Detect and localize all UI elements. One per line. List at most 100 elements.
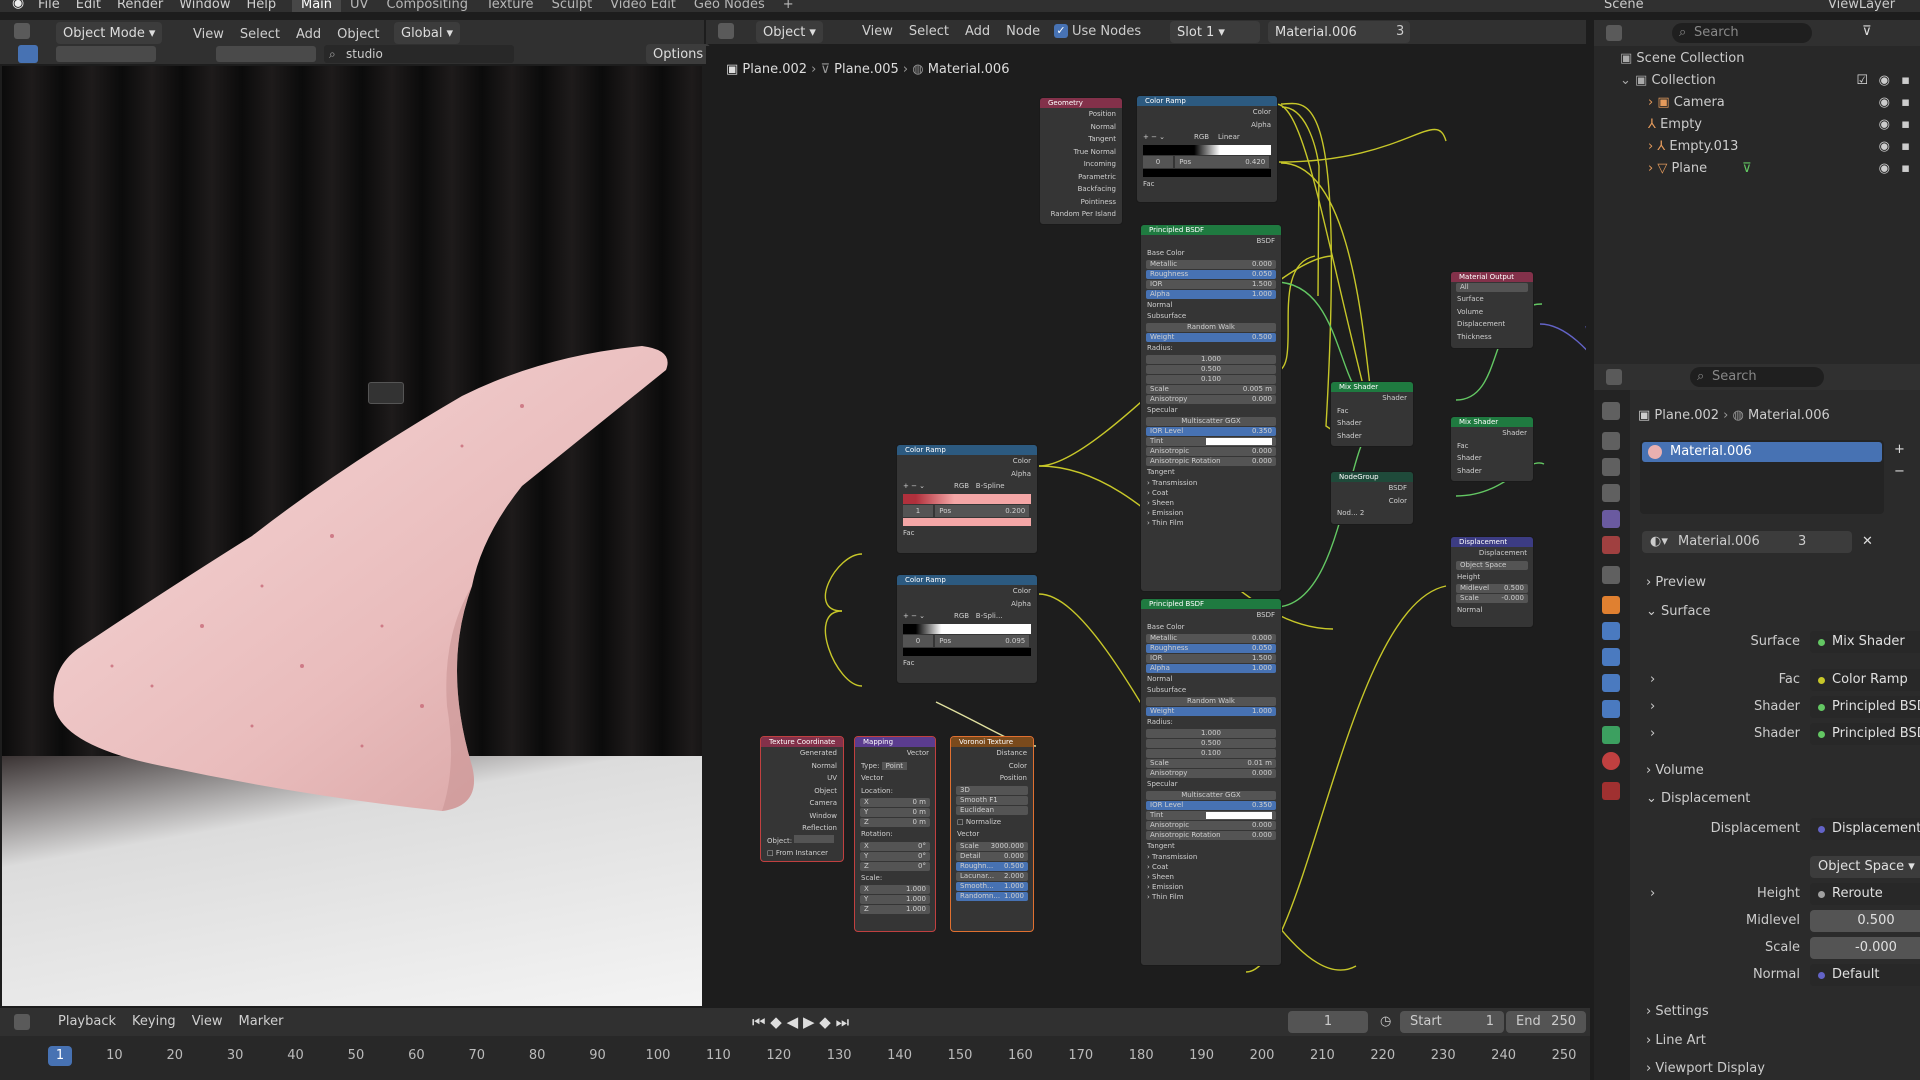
pbsdf2-tint-field[interactable]: Tint: [1146, 810, 1276, 820]
viewport-menu-view[interactable]: View: [185, 24, 232, 46]
pbsdf1-panel-2[interactable]: › Sheen: [1141, 498, 1281, 508]
object-tab-icon[interactable]: [1602, 596, 1620, 614]
outliner-item-empty-013[interactable]: › ⅄ Empty.013 ◉ ▪: [1594, 136, 1920, 158]
height-expand-icon[interactable]: ›: [1650, 883, 1655, 905]
shader-type-dropdown[interactable]: Object ▾: [756, 21, 823, 43]
node-group-node[interactable]: NodeGroup BSDF Color Nod... 2: [1330, 471, 1414, 525]
play-reverse-icon[interactable]: ◀: [787, 1013, 799, 1031]
pbsdf2-metallic-field[interactable]: Metallic 0.000: [1146, 633, 1276, 643]
eye-icon[interactable]: ◉: [1879, 158, 1890, 180]
outliner-search[interactable]: ⌕ Search: [1672, 23, 1812, 43]
section-surface[interactable]: ⌄ Surface: [1646, 601, 1711, 623]
pbsdf2-r3-field[interactable]: 0.100: [1146, 748, 1276, 758]
pbsdf2-r1-field[interactable]: 1.000: [1146, 728, 1276, 738]
pbsdf2-panel-2[interactable]: › Sheen: [1141, 872, 1281, 882]
texcoord-from-instancer[interactable]: □ From Instancer: [761, 847, 843, 860]
pbsdf2-ior-field[interactable]: IOR 1.500: [1146, 653, 1276, 663]
mapping-rot-y[interactable]: Y 0°: [860, 851, 930, 861]
jump-keyframe-back-icon[interactable]: ◆: [770, 1013, 782, 1031]
tab-compositing[interactable]: Compositing: [377, 0, 477, 12]
pbsdf1-r2-field[interactable]: 0.500: [1146, 364, 1276, 374]
ramp-top-gradient[interactable]: [1143, 144, 1271, 155]
tool-tab-icon[interactable]: [1602, 402, 1620, 420]
shading-buttons[interactable]: [216, 46, 316, 62]
mapping-loc-y[interactable]: Y 0 m: [860, 808, 930, 817]
outliner-editor-button[interactable]: [1606, 25, 1622, 45]
select-mode-buttons[interactable]: [56, 46, 156, 62]
node-editor-type-button[interactable]: [718, 23, 734, 43]
properties-search[interactable]: ⌕ Search: [1690, 367, 1824, 387]
section-displacement[interactable]: ⌄ Displacement: [1646, 788, 1750, 810]
material-output-node[interactable]: Material Output All Surface Volume Displ…: [1450, 271, 1534, 349]
ramp-low-stop-index[interactable]: 0: [903, 634, 933, 647]
outliner-collection[interactable]: ⌄ ▣ Collection ☑ ◉ ▪: [1594, 70, 1920, 92]
eye-icon[interactable]: ◉: [1879, 70, 1890, 92]
tab-sculpt[interactable]: Sculpt: [543, 0, 602, 12]
section-line-art[interactable]: › Line Art: [1646, 1030, 1706, 1052]
pbsdf2-panel-4[interactable]: › Thin Film: [1141, 892, 1281, 902]
pbsdf1-scale-field[interactable]: Scale 0.005 m: [1146, 384, 1276, 394]
material-slot-list[interactable]: Material.006: [1640, 440, 1884, 514]
section-preview[interactable]: › Preview: [1646, 572, 1706, 594]
pbsdf2-panel-0[interactable]: › Transmission: [1141, 852, 1281, 862]
voronoi-normalize[interactable]: □ Normalize: [951, 816, 1033, 829]
pbsdf1-anisotropic-field[interactable]: Anisotropic 0.000: [1146, 446, 1276, 456]
pbsdf2-rough-field[interactable]: Roughness 0.050: [1146, 643, 1276, 653]
mapping-rot-x[interactable]: X 0°: [860, 841, 930, 851]
close-icon[interactable]: ✕: [1862, 531, 1873, 553]
eye-icon[interactable]: ◉: [1879, 92, 1890, 114]
timeline-menu-keying[interactable]: Keying: [124, 1011, 184, 1033]
pbsdf1-panel-4[interactable]: › Thin Film: [1141, 518, 1281, 528]
current-frame-field[interactable]: 1: [1288, 1011, 1368, 1033]
mapping-loc-x[interactable]: X 0 m: [860, 798, 930, 807]
pbsdf2-dist-field[interactable]: Multiscatter GGX: [1146, 790, 1276, 800]
mapping-rot-z[interactable]: Z 0°: [860, 861, 930, 871]
ramp-top-interp[interactable]: Linear: [1218, 133, 1240, 141]
pbsdf1-method-field[interactable]: Random Walk: [1146, 322, 1276, 332]
pbsdf2-alpha-field[interactable]: Alpha 1.000: [1146, 663, 1276, 673]
mapping-scale-x[interactable]: X 1.000: [860, 885, 930, 894]
outliner-item-camera[interactable]: › ▣ Camera ◉ ▪: [1594, 92, 1920, 114]
mapping-loc-z[interactable]: Z 0 m: [860, 818, 930, 827]
data-tab-icon[interactable]: [1602, 726, 1620, 744]
material-users[interactable]: 3: [1396, 21, 1404, 43]
collection-checkbox[interactable]: ☑: [1856, 70, 1868, 92]
ramp-mid-pos-field[interactable]: Pos 0.200: [935, 504, 1030, 517]
color-ramp-top-node[interactable]: Color Ramp Color Alpha + − ⌄ RGB Linear …: [1136, 95, 1278, 203]
ramp-low-interp[interactable]: B-Spli...: [976, 612, 1003, 620]
pbsdf1-ior-field[interactable]: IOR 1.500: [1146, 279, 1276, 289]
voronoi-randomness[interactable]: Randomn... 1.000: [956, 891, 1028, 901]
start-frame-field[interactable]: Start 1: [1400, 1011, 1504, 1033]
constraints-tab-icon[interactable]: [1602, 700, 1620, 718]
jump-keyframe-forward-icon[interactable]: ◆: [819, 1013, 831, 1031]
voronoi-detail[interactable]: Detail 0.000: [956, 851, 1028, 861]
pbsdf2-aniso-field[interactable]: Anisotropy 0.000: [1146, 768, 1276, 778]
eye-icon[interactable]: ◉: [1879, 136, 1890, 158]
node-menu-add[interactable]: Add: [957, 21, 998, 43]
camera-render-icon[interactable]: ▪: [1901, 136, 1910, 158]
tab-texture[interactable]: Texture: [477, 0, 543, 12]
material-users-count[interactable]: 3: [1798, 531, 1806, 553]
material-datablock-field[interactable]: ◐▾ Material.006 3: [1642, 531, 1852, 553]
mapping-type-value[interactable]: Point: [881, 761, 908, 770]
scene-selector[interactable]: Scene: [1604, 0, 1644, 12]
mapping-scale-y[interactable]: Y 1.000: [860, 895, 930, 904]
mapping-node[interactable]: Mapping Vector Type: Point Vector Locati…: [854, 736, 936, 932]
mapping-scale-z[interactable]: Z 1.000: [860, 905, 930, 914]
pbsdf1-weight-field[interactable]: Weight 0.500: [1146, 332, 1276, 342]
pbsdf2-ior_level-field[interactable]: IOR Level 0.350: [1146, 800, 1276, 810]
tab-uv[interactable]: UV: [341, 0, 377, 12]
timeline-menu-playback[interactable]: Playback: [50, 1011, 124, 1033]
editor-type-button[interactable]: [14, 23, 30, 43]
viewport-menu-select[interactable]: Select: [232, 24, 288, 46]
pbsdf2-panel-3[interactable]: › Emission: [1141, 882, 1281, 892]
ramp-low-mode[interactable]: RGB: [954, 612, 969, 620]
material-selector[interactable]: Material.006: [1268, 21, 1410, 43]
voronoi-lacunarity[interactable]: Lacunar... 2.000: [956, 871, 1028, 881]
output-tab-icon[interactable]: [1602, 458, 1620, 476]
texture-coordinate-node[interactable]: Texture Coordinate Generated Normal UV O…: [760, 736, 844, 862]
disp-space-dropdown[interactable]: Object Space ▾: [1810, 856, 1920, 878]
timeline-menu-marker[interactable]: Marker: [231, 1011, 292, 1033]
node-menu-view[interactable]: View: [854, 21, 901, 43]
pbsdf1-dist-field[interactable]: Multiscatter GGX: [1146, 416, 1276, 426]
